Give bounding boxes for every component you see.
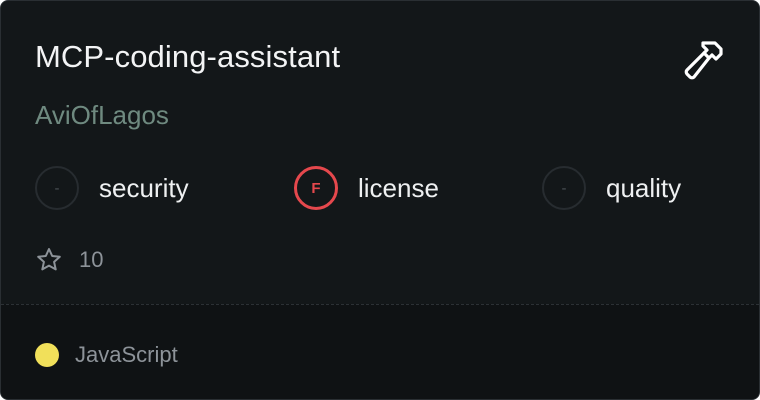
license-label: license	[358, 172, 439, 203]
security-label: security	[99, 172, 189, 203]
star-count-value: 10	[79, 247, 104, 272]
star-outline-icon	[37, 248, 61, 271]
language-indicator: JavaScript	[35, 341, 178, 369]
server-card[interactable]: MCP-coding-assistant AviOfLagos - securi…	[0, 0, 760, 400]
security-grade-badge: -	[35, 166, 79, 210]
language-color-dot	[35, 343, 59, 367]
star-count: 10	[35, 244, 103, 276]
quality-grade-badge: -	[542, 166, 586, 210]
score-quality: - quality	[542, 164, 681, 212]
card-footer: JavaScript	[1, 304, 759, 399]
quality-label: quality	[606, 172, 682, 203]
license-grade-badge: F	[294, 166, 338, 210]
score-security: - security	[35, 164, 189, 212]
language-label: JavaScript	[75, 342, 178, 367]
owner-name[interactable]: AviOfLagos	[35, 98, 169, 132]
hammer-icon	[684, 41, 723, 80]
score-license: F license	[294, 164, 439, 212]
server-title[interactable]: MCP-coding-assistant	[35, 37, 340, 77]
